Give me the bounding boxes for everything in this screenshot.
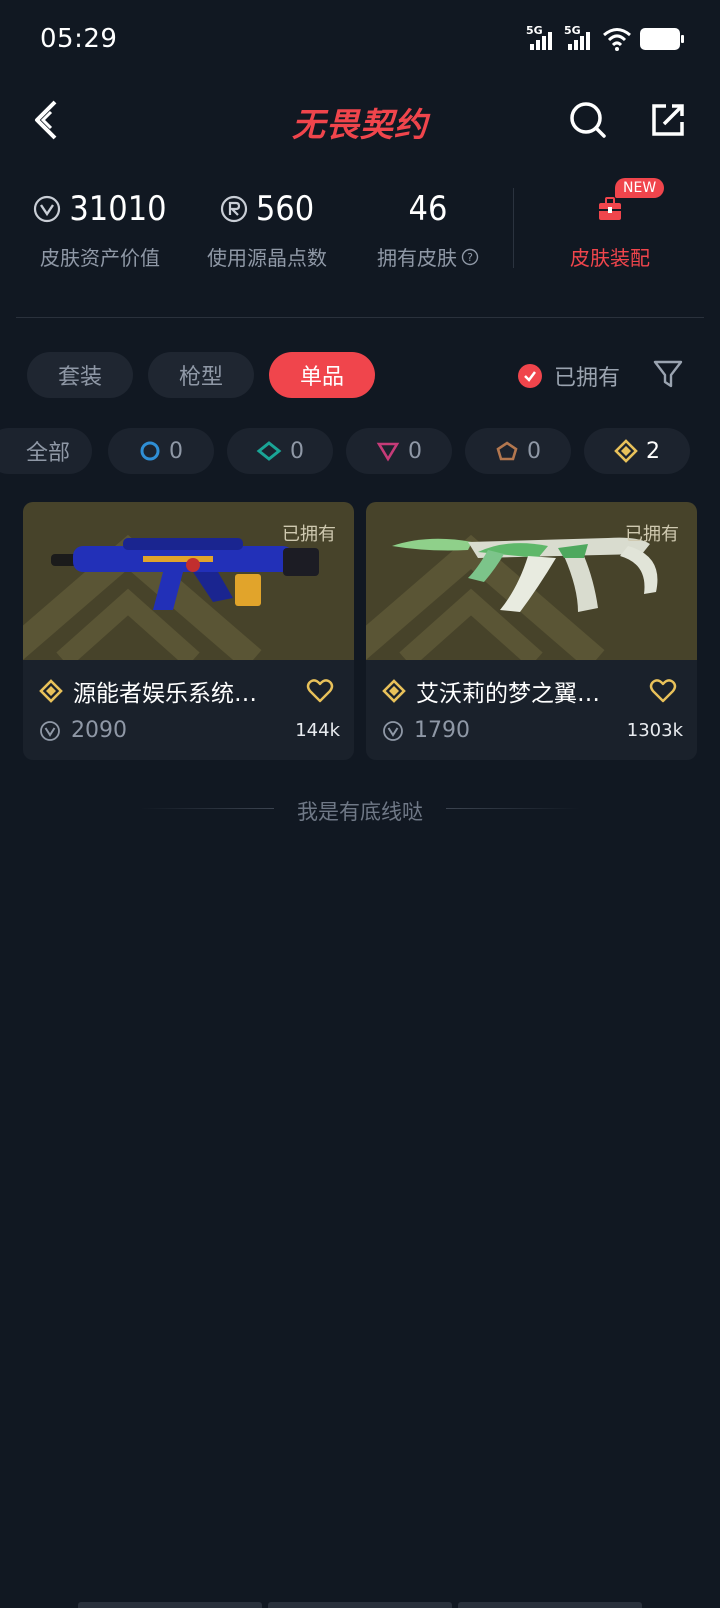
ultra-tier-icon bbox=[496, 441, 518, 461]
deluxe-tier-icon bbox=[256, 441, 282, 461]
skin-equip-label: 皮肤装配 bbox=[570, 246, 650, 270]
radianite-value: 560 bbox=[255, 189, 315, 229]
owned-label: 已拥有 bbox=[282, 524, 336, 545]
battery-icon bbox=[640, 28, 684, 50]
help-icon[interactable]: ? bbox=[461, 248, 479, 266]
exclusive-tier-icon bbox=[614, 439, 638, 463]
exclusive-tier-icon bbox=[39, 679, 63, 703]
skins-owned-value: 46 bbox=[408, 189, 448, 229]
search-icon bbox=[570, 102, 606, 138]
asset-value-stat: 31010 皮肤资产价值 bbox=[30, 186, 170, 271]
radianite-stat: 560 使用源晶点数 bbox=[192, 186, 342, 271]
signal-icon-2: 5G bbox=[564, 24, 594, 52]
tier-deluxe[interactable]: 0 bbox=[227, 428, 333, 474]
filter-row: 套装 枪型 单品 已拥有 bbox=[0, 352, 720, 400]
radianite-label: 使用源晶点数 bbox=[207, 246, 327, 270]
wifi-icon bbox=[603, 28, 631, 51]
end-of-list: 我是有底线哒 bbox=[0, 790, 720, 830]
skin-name: 源能者娱乐系统… bbox=[39, 674, 294, 708]
owned-label: 已拥有 bbox=[625, 524, 679, 545]
skin-price: 2090 bbox=[39, 718, 127, 743]
owned-toggle[interactable]: 已拥有 bbox=[518, 360, 620, 392]
end-of-list-text: 我是有底线哒 bbox=[297, 800, 423, 824]
valorant-points-icon bbox=[40, 720, 60, 741]
stats-panel: 31010 皮肤资产价值 560 使用源晶点数 46 拥有皮肤 ? 皮肤装配 bbox=[0, 176, 720, 296]
valorant-points-icon bbox=[383, 720, 403, 741]
select-tier-icon bbox=[140, 441, 160, 461]
tab-weapon-type[interactable]: 枪型 bbox=[148, 352, 254, 398]
share-icon bbox=[652, 104, 684, 136]
premium-tier-icon bbox=[376, 442, 400, 462]
tier-ultra[interactable]: 0 bbox=[465, 428, 571, 474]
exclusive-tier-icon bbox=[382, 679, 406, 703]
skin-card[interactable]: 已拥有 艾沃莉的梦之翼… 1790 1303k bbox=[366, 502, 697, 760]
heart-icon[interactable] bbox=[306, 678, 334, 704]
checkmark-icon bbox=[518, 364, 542, 388]
top-nav: 无畏契约 bbox=[0, 84, 720, 156]
tab-bundle[interactable]: 套装 bbox=[27, 352, 133, 398]
asset-value-label: 皮肤资产价值 bbox=[40, 246, 160, 270]
signal-icon: 5G bbox=[526, 24, 556, 52]
radianite-icon bbox=[220, 195, 247, 223]
stats-divider bbox=[513, 188, 514, 268]
status-time: 05:29 bbox=[40, 24, 118, 54]
skin-card[interactable]: 已拥有 源能者娱乐系统… 2090 144k bbox=[23, 502, 354, 760]
footer-rule-right bbox=[446, 808, 580, 809]
tier-all[interactable]: 全部 bbox=[0, 428, 92, 474]
home-indicator bbox=[78, 1602, 642, 1608]
asset-value: 31010 bbox=[69, 189, 167, 229]
tier-premium[interactable]: 0 bbox=[346, 428, 452, 474]
skin-price: 1790 bbox=[382, 718, 470, 743]
tier-filter-row: 全部 0 0 0 0 2 bbox=[0, 428, 720, 474]
owned-toggle-label: 已拥有 bbox=[554, 366, 621, 391]
skin-image: 已拥有 bbox=[366, 502, 697, 660]
skins-owned-label: 拥有皮肤 ? bbox=[368, 242, 488, 271]
status-icons: 5G 5G bbox=[526, 24, 684, 52]
valorant-points-icon bbox=[34, 195, 61, 223]
tab-single-item[interactable]: 单品 bbox=[269, 352, 375, 398]
filter-icon[interactable] bbox=[650, 356, 686, 392]
like-count: 144k bbox=[295, 720, 340, 741]
status-bar: 05:29 5G 5G bbox=[0, 0, 720, 84]
skins-owned-stat[interactable]: 46 拥有皮肤 ? bbox=[368, 186, 488, 271]
skin-equip-button[interactable]: 皮肤装配 bbox=[555, 186, 665, 271]
tier-select[interactable]: 0 bbox=[108, 428, 214, 474]
new-badge: NEW bbox=[615, 178, 665, 198]
heart-icon[interactable] bbox=[649, 678, 677, 704]
share-button[interactable] bbox=[640, 92, 696, 148]
svg-text:?: ? bbox=[467, 251, 473, 264]
like-count: 1303k bbox=[626, 720, 683, 741]
skin-name: 艾沃莉的梦之翼… bbox=[382, 674, 637, 708]
toolbox-icon bbox=[599, 197, 621, 220]
tier-exclusive[interactable]: 2 bbox=[584, 428, 690, 474]
section-divider bbox=[16, 317, 704, 318]
search-button[interactable] bbox=[560, 92, 616, 148]
skin-image: 已拥有 bbox=[23, 502, 354, 660]
